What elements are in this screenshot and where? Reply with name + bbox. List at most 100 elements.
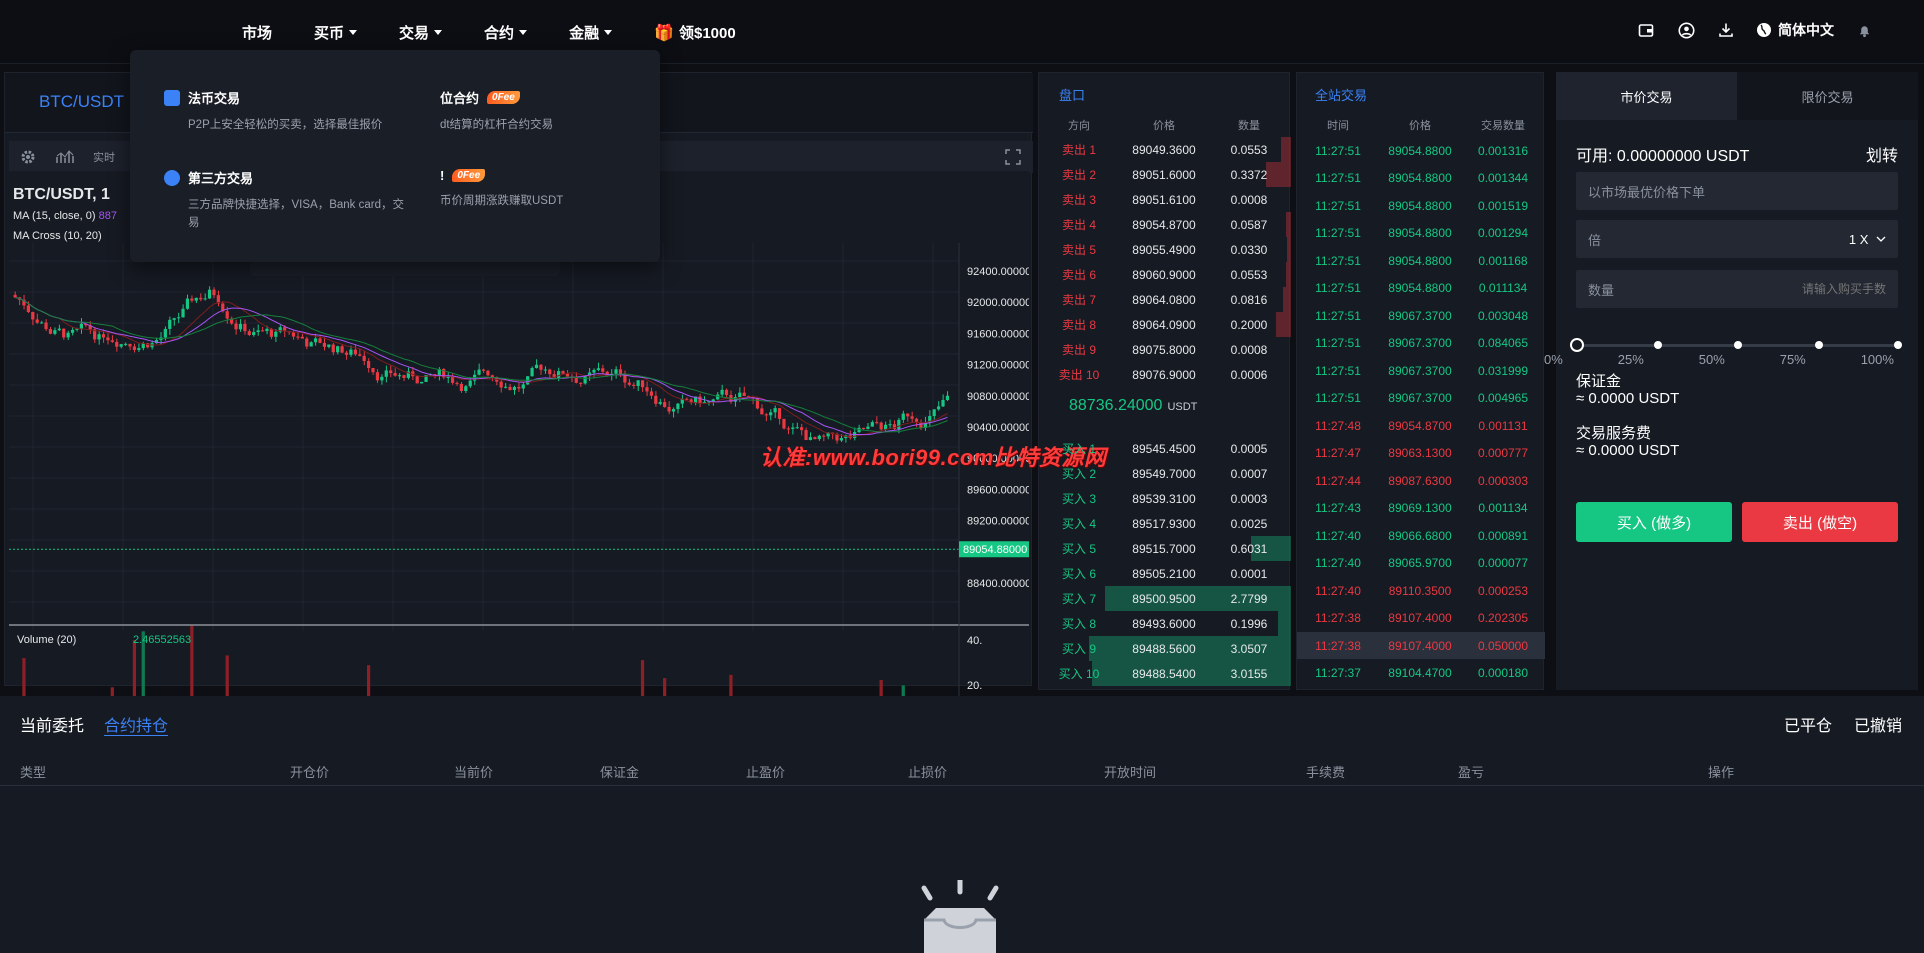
- bell-icon[interactable]: [1854, 20, 1874, 40]
- transfer-link[interactable]: 划转: [1866, 142, 1898, 166]
- bid-row[interactable]: 买入 10 89488.5400 3.0155: [1039, 661, 1291, 686]
- candle-body: [185, 298, 190, 309]
- candle-body: [269, 328, 273, 337]
- realtime-interval[interactable]: 实时: [93, 149, 115, 165]
- candle-body: [260, 330, 265, 332]
- candle-body: [291, 332, 296, 337]
- bid-row[interactable]: 买入 7 89500.9500 2.7799: [1039, 586, 1291, 611]
- ask-row[interactable]: 卖出 8 89064.0900 0.2000: [1039, 312, 1291, 337]
- tab-current-orders[interactable]: 当前委托: [20, 712, 84, 736]
- candle-body: [123, 343, 128, 345]
- bid-row[interactable]: 买入 5 89515.7000 0.6031: [1039, 536, 1291, 561]
- slider-mark[interactable]: [1894, 341, 1902, 349]
- volume-tick: 20.: [967, 680, 982, 692]
- candle-body: [632, 384, 636, 386]
- ask-row[interactable]: 卖出 10 89076.9000 0.0006: [1039, 362, 1291, 387]
- bid-row[interactable]: 买入 4 89517.9300 0.0025: [1039, 511, 1291, 536]
- dropdown-item-option[interactable]: ! 0Fee 币价周期涨跌赚取USDT: [440, 168, 640, 210]
- slider-mark[interactable]: [1654, 341, 1662, 349]
- nav-item-label: 交易: [399, 25, 430, 42]
- dropdown-item-third-party[interactable]: 第三方交易 三方品牌快捷选择，VISA，Bank card，交易: [164, 168, 414, 232]
- candle-body: [910, 416, 914, 419]
- fullscreen-icon[interactable]: [1005, 149, 1021, 165]
- ask-row[interactable]: 卖出 5 89055.4900 0.0330: [1039, 237, 1291, 262]
- trade-time: 11:27:37: [1315, 666, 1361, 680]
- candle-body: [543, 369, 547, 371]
- user-icon[interactable]: [1676, 20, 1696, 40]
- column-header: 手续费: [1306, 765, 1346, 780]
- ask-row[interactable]: 卖出 1 89049.3600 0.0553: [1039, 137, 1291, 162]
- market-price-field[interactable]: 以市场最优价格下单: [1576, 172, 1898, 210]
- price-tick: 92000.00000: [967, 297, 1029, 309]
- leverage-select[interactable]: 倍 1 X: [1576, 220, 1898, 258]
- trade-qty: 0.000180: [1477, 666, 1529, 680]
- promo-link[interactable]: 🎁 领$1000: [654, 22, 736, 43]
- tab-market-order[interactable]: 市价交易: [1556, 72, 1737, 120]
- column-header: 类型: [20, 765, 47, 780]
- trade-row: 11:27:48 89054.8700 0.001131: [1297, 412, 1545, 439]
- candle-body: [822, 435, 826, 437]
- order-price: 89076.9000: [1132, 367, 1196, 382]
- slider-mark[interactable]: [1815, 341, 1823, 349]
- download-icon[interactable]: [1716, 20, 1736, 40]
- price-tick: 91600.00000: [967, 328, 1029, 340]
- settings-gear-icon[interactable]: [19, 148, 37, 166]
- slider-handle[interactable]: [1570, 338, 1584, 352]
- language-selector[interactable]: 简体中文: [1756, 20, 1834, 40]
- legend-title: BTC/USDT, 1: [13, 186, 110, 203]
- header-price: 价格: [1153, 120, 1175, 132]
- candle-body: [353, 349, 357, 355]
- ask-row[interactable]: 卖出 3 89051.6100 0.0008: [1039, 187, 1291, 212]
- caret-down-icon: [349, 30, 358, 35]
- order-price: 89051.6100: [1132, 192, 1196, 207]
- price-tick: 92400.00000: [967, 266, 1029, 278]
- dropdown-item-fiat[interactable]: 法币交易 P2P上安全轻松的买卖，选择最佳报价: [164, 88, 414, 134]
- ask-row[interactable]: 卖出 4 89054.8700 0.0587: [1039, 212, 1291, 237]
- trade-price: 89054.8800: [1388, 143, 1452, 158]
- pair-selector[interactable]: BTC/USDT: [39, 92, 138, 112]
- bid-row[interactable]: 买入 6 89505.2100 0.0001: [1039, 561, 1291, 586]
- bid-row[interactable]: 买入 9 89488.5600 3.0507: [1039, 636, 1291, 661]
- top-right-actions: 简体中文: [1636, 20, 1874, 40]
- bid-row[interactable]: 买入 3 89539.3100 0.0003: [1039, 486, 1291, 511]
- main-nav: 市场 买币 交易 合约 金融 🎁 领$1000: [242, 22, 736, 43]
- closed-positions-link[interactable]: 已平仓: [1784, 712, 1832, 736]
- tab-contract-positions[interactable]: 合约持仓: [104, 712, 168, 736]
- nav-item-4[interactable]: 金融: [569, 22, 613, 43]
- tab-limit-order[interactable]: 限价交易: [1737, 72, 1918, 120]
- nav-item-3[interactable]: 合约: [484, 22, 528, 43]
- candle-body: [888, 424, 892, 426]
- trade-time: 11:27:40: [1315, 583, 1361, 598]
- slider-labels: 0% 25% 50% 75% 100%: [1544, 352, 1894, 367]
- nav-item-1[interactable]: 买币: [314, 22, 358, 43]
- trade-time: 11:27:40: [1315, 528, 1361, 543]
- bid-row[interactable]: 买入 8 89493.6000 0.1996: [1039, 611, 1291, 636]
- ask-row[interactable]: 卖出 6 89060.9000 0.0553: [1039, 262, 1291, 287]
- cancelled-link[interactable]: 已撤销: [1854, 712, 1902, 736]
- slider-mark[interactable]: [1734, 341, 1742, 349]
- candle-body: [512, 386, 517, 391]
- sell-short-button[interactable]: 卖出 (做空): [1742, 502, 1898, 542]
- ask-row[interactable]: 卖出 7 89064.0800 0.0816: [1039, 287, 1291, 312]
- ask-row[interactable]: 卖出 2 89051.6000 0.3372: [1039, 162, 1291, 187]
- fee-value: ≈ 0.0000 USDT: [1576, 442, 1680, 459]
- trade-qty: 0.000891: [1477, 528, 1529, 543]
- bid-row[interactable]: 买入 2 89549.7000 0.0007: [1039, 461, 1291, 486]
- column-header: 开仓价: [290, 765, 330, 780]
- header-qty: 交易数量: [1481, 120, 1525, 132]
- quantity-input[interactable]: [1746, 282, 1886, 296]
- candle-body: [252, 332, 256, 336]
- wallet-icon[interactable]: [1636, 20, 1656, 40]
- nav-item-2[interactable]: 交易: [399, 22, 443, 43]
- nav-item-0[interactable]: 市场: [242, 22, 272, 43]
- ask-row[interactable]: 卖出 9 89075.8000 0.0008: [1039, 337, 1291, 362]
- trade-qty: 0.000077: [1477, 556, 1529, 570]
- available-label: 可用:: [1576, 148, 1613, 165]
- dropdown-item-contract[interactable]: 位合约 0Fee dt结算的杠杆合约交易: [440, 88, 640, 134]
- order-side: 买入 4: [1061, 517, 1096, 531]
- buy-long-button[interactable]: 买入 (做多): [1576, 502, 1732, 542]
- quantity-field: 数量: [1576, 270, 1898, 308]
- candle-body: [936, 406, 941, 410]
- indicators-icon[interactable]: [55, 149, 75, 165]
- candle-body: [172, 318, 176, 320]
